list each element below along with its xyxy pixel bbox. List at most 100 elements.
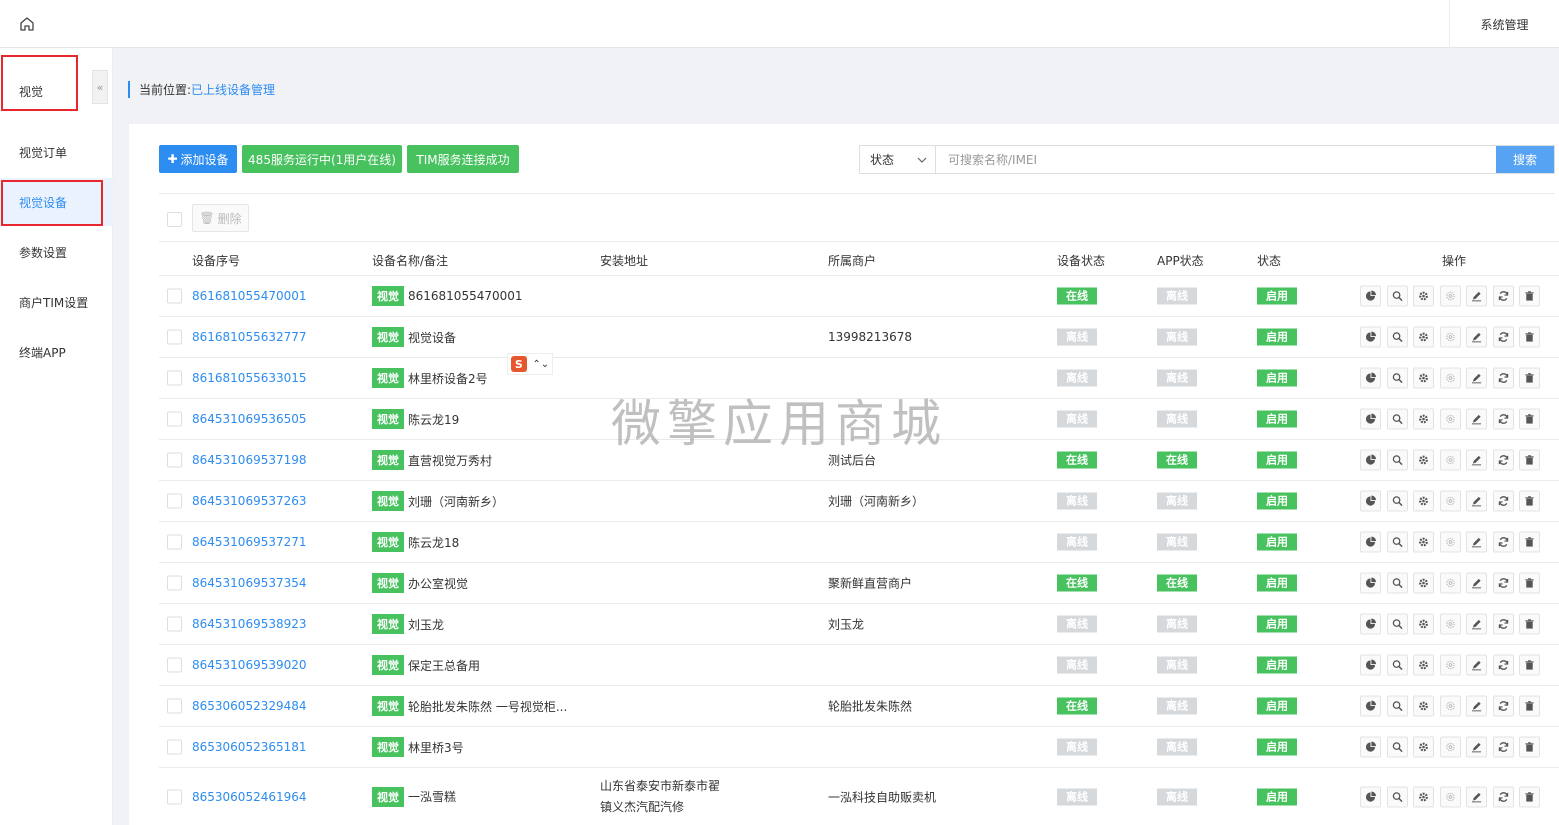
refresh-button[interactable] <box>1492 285 1514 307</box>
ime-toolbar[interactable]: S ⌃⌄ <box>507 353 553 375</box>
breadcrumb-current[interactable]: 已上线设备管理 <box>191 81 275 98</box>
tim-service-button[interactable]: TIM服务连接成功 <box>407 145 519 173</box>
stats-button[interactable] <box>1360 285 1381 307</box>
row-checkbox[interactable] <box>167 288 182 304</box>
trash-button[interactable] <box>1519 531 1540 553</box>
search-button[interactable] <box>1386 736 1408 758</box>
home-icon[interactable] <box>18 15 36 33</box>
row-checkbox[interactable] <box>167 452 182 468</box>
sidebar-item-merchant-tim-settings[interactable]: 商户TIM设置 <box>0 278 113 326</box>
refresh-button[interactable] <box>1492 695 1514 717</box>
search-button[interactable] <box>1386 408 1408 430</box>
gear-button[interactable] <box>1413 367 1434 389</box>
settings-button[interactable] <box>1439 490 1461 512</box>
refresh-button[interactable] <box>1492 531 1514 553</box>
settings-button[interactable] <box>1439 786 1461 807</box>
status-select[interactable]: 状态 <box>860 146 936 173</box>
device-serial-link[interactable]: 864531069538923 <box>192 617 307 631</box>
trash-button[interactable] <box>1519 490 1540 512</box>
device-serial-link[interactable]: 865306052329484 <box>192 699 307 713</box>
search-button[interactable] <box>1386 285 1408 307</box>
search-button[interactable] <box>1386 613 1408 635</box>
trash-button[interactable] <box>1519 285 1540 307</box>
row-checkbox[interactable] <box>167 534 182 550</box>
stats-button[interactable] <box>1360 695 1381 717</box>
device-serial-link[interactable]: 861681055470001 <box>192 289 307 303</box>
refresh-button[interactable] <box>1492 408 1514 430</box>
refresh-button[interactable] <box>1492 613 1514 635</box>
refresh-button[interactable] <box>1492 367 1514 389</box>
settings-button[interactable] <box>1439 449 1461 471</box>
search-button[interactable] <box>1386 531 1408 553</box>
search-button[interactable] <box>1386 367 1408 389</box>
trash-button[interactable] <box>1519 786 1540 807</box>
settings-button[interactable] <box>1439 285 1461 307</box>
stats-button[interactable] <box>1360 531 1381 553</box>
sidebar-item-vision-devices[interactable]: 视觉设备 <box>0 178 113 226</box>
row-checkbox[interactable] <box>167 411 182 427</box>
gear-button[interactable] <box>1413 326 1434 348</box>
delete-button[interactable]: 🗑 删除 <box>192 204 249 232</box>
edit-button[interactable] <box>1466 490 1487 512</box>
stats-button[interactable] <box>1360 490 1381 512</box>
trash-button[interactable] <box>1519 736 1540 758</box>
settings-button[interactable] <box>1439 326 1461 348</box>
refresh-button[interactable] <box>1492 490 1514 512</box>
edit-button[interactable] <box>1466 736 1487 758</box>
settings-button[interactable] <box>1439 408 1461 430</box>
system-management-menu[interactable]: 系统管理 <box>1449 0 1559 48</box>
trash-button[interactable] <box>1519 326 1540 348</box>
refresh-button[interactable] <box>1492 736 1514 758</box>
gear-button[interactable] <box>1413 490 1434 512</box>
sidebar-item-vision-orders[interactable]: 视觉订单 <box>0 128 113 176</box>
device-serial-link[interactable]: 864531069537198 <box>192 453 307 467</box>
settings-button[interactable] <box>1439 367 1461 389</box>
sidebar-item-parameter-settings[interactable]: 参数设置 <box>0 228 113 276</box>
gear-button[interactable] <box>1413 736 1434 758</box>
stats-button[interactable] <box>1360 736 1381 758</box>
settings-button[interactable] <box>1439 654 1461 676</box>
gear-button[interactable] <box>1413 654 1434 676</box>
gear-button[interactable] <box>1413 695 1434 717</box>
settings-button[interactable] <box>1439 572 1461 594</box>
trash-button[interactable] <box>1519 654 1540 676</box>
row-checkbox[interactable] <box>167 789 182 804</box>
sidebar-item-terminal-app[interactable]: 终端APP <box>0 328 113 376</box>
select-all-checkbox[interactable] <box>167 212 182 227</box>
device-serial-link[interactable]: 864531069537271 <box>192 535 307 549</box>
device-serial-link[interactable]: 865306052461964 <box>192 790 307 804</box>
trash-button[interactable] <box>1519 695 1540 717</box>
trash-button[interactable] <box>1519 408 1540 430</box>
trash-button[interactable] <box>1519 613 1540 635</box>
stats-button[interactable] <box>1360 449 1381 471</box>
refresh-button[interactable] <box>1492 326 1514 348</box>
row-checkbox[interactable] <box>167 698 182 714</box>
search-input[interactable] <box>936 146 1496 173</box>
edit-button[interactable] <box>1466 367 1487 389</box>
edit-button[interactable] <box>1466 786 1487 807</box>
search-button[interactable] <box>1386 786 1408 807</box>
device-serial-link[interactable]: 861681055632777 <box>192 330 307 344</box>
row-checkbox[interactable] <box>167 616 182 632</box>
edit-button[interactable] <box>1466 449 1487 471</box>
service-485-button[interactable]: 485服务运行中(1用户在线) <box>242 145 402 173</box>
edit-button[interactable] <box>1466 695 1487 717</box>
search-button[interactable] <box>1386 572 1408 594</box>
search-button[interactable] <box>1386 449 1408 471</box>
edit-button[interactable] <box>1466 613 1487 635</box>
device-serial-link[interactable]: 864531069537354 <box>192 576 307 590</box>
stats-button[interactable] <box>1360 367 1381 389</box>
settings-button[interactable] <box>1439 695 1461 717</box>
gear-button[interactable] <box>1413 613 1434 635</box>
search-button[interactable] <box>1386 326 1408 348</box>
gear-button[interactable] <box>1413 449 1434 471</box>
search-button[interactable] <box>1386 695 1408 717</box>
gear-button[interactable] <box>1413 408 1434 430</box>
gear-button[interactable] <box>1413 786 1434 807</box>
stats-button[interactable] <box>1360 326 1381 348</box>
edit-button[interactable] <box>1466 408 1487 430</box>
search-button[interactable]: 搜索 <box>1496 146 1554 173</box>
refresh-button[interactable] <box>1492 654 1514 676</box>
device-serial-link[interactable]: 865306052365181 <box>192 740 307 754</box>
edit-button[interactable] <box>1466 326 1487 348</box>
